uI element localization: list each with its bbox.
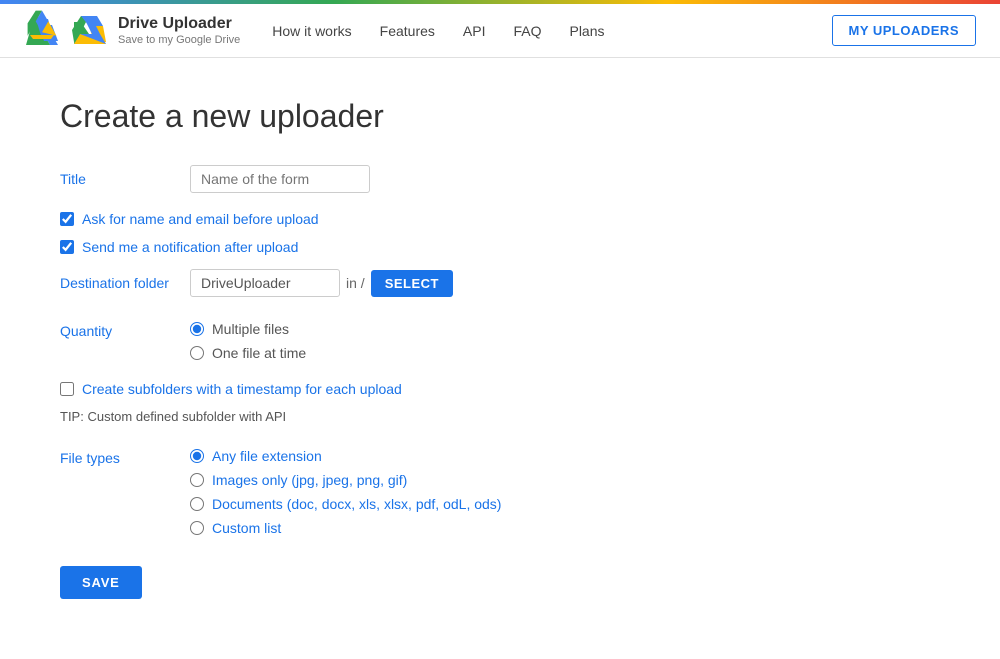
one-file-row: One file at time (190, 345, 306, 361)
multiple-files-row: Multiple files (190, 321, 306, 337)
quantity-radio-group: Multiple files One file at time (190, 321, 306, 361)
subfolders-label[interactable]: Create subfolders with a timestamp for e… (82, 381, 402, 397)
documents-row: Documents (doc, docx, xls, xlsx, pdf, od… (190, 496, 501, 512)
drive-logo-icon (24, 7, 60, 43)
notification-label[interactable]: Send me a notification after upload (82, 239, 298, 255)
subfolders-checkbox[interactable] (60, 382, 74, 396)
one-file-label[interactable]: One file at time (212, 345, 306, 361)
images-only-row: Images only (jpg, jpeg, png, gif) (190, 472, 501, 488)
tip-text: TIP: Custom defined subfolder with API (60, 409, 640, 424)
logo-title: Drive Uploader (118, 14, 240, 33)
logo-link[interactable]: Drive Uploader Save to my Google Drive (24, 12, 240, 50)
custom-list-label[interactable]: Custom list (212, 520, 281, 536)
subfolders-row: Create subfolders with a timestamp for e… (60, 381, 640, 397)
notification-row: Send me a notification after upload (60, 239, 640, 255)
documents-radio[interactable] (190, 497, 204, 511)
any-extension-label[interactable]: Any file extension (212, 448, 322, 464)
nav-faq[interactable]: FAQ (513, 23, 541, 39)
quantity-section: Quantity Multiple files One file at time (60, 321, 640, 361)
any-extension-row: Any file extension (190, 448, 501, 464)
one-file-radio[interactable] (190, 346, 204, 360)
nav-how-it-works[interactable]: How it works (272, 23, 351, 39)
destination-folder-row: Destination folder in / SELECT (60, 269, 640, 297)
file-types-section: File types Any file extension Images onl… (60, 448, 640, 536)
destination-label: Destination folder (60, 275, 190, 291)
title-row: Title (60, 165, 640, 193)
header: Drive Uploader Save to my Google Drive H… (0, 4, 1000, 58)
main-content: Create a new uploader Title Ask for name… (0, 58, 700, 659)
ask-name-email-label[interactable]: Ask for name and email before upload (82, 211, 319, 227)
multiple-files-radio[interactable] (190, 322, 204, 336)
destination-input[interactable] (190, 269, 340, 297)
nav-features[interactable]: Features (380, 23, 435, 39)
file-types-radio-group: Any file extension Images only (jpg, jpe… (190, 448, 501, 536)
select-folder-button[interactable]: SELECT (371, 270, 453, 297)
title-input[interactable] (190, 165, 370, 193)
save-button[interactable]: SAVE (60, 566, 142, 599)
title-label: Title (60, 171, 190, 187)
documents-label[interactable]: Documents (doc, docx, xls, xlsx, pdf, od… (212, 496, 501, 512)
logo-svg-container (70, 12, 108, 50)
ask-name-email-row: Ask for name and email before upload (60, 211, 640, 227)
nav-plans[interactable]: Plans (569, 23, 604, 39)
custom-list-row: Custom list (190, 520, 501, 536)
in-slash-text: in / (346, 275, 365, 291)
notification-checkbox[interactable] (60, 240, 74, 254)
ask-name-email-checkbox[interactable] (60, 212, 74, 226)
custom-list-radio[interactable] (190, 521, 204, 535)
page-title: Create a new uploader (60, 98, 640, 135)
images-only-label[interactable]: Images only (jpg, jpeg, png, gif) (212, 472, 407, 488)
any-extension-radio[interactable] (190, 449, 204, 463)
nav: How it works Features API FAQ Plans (272, 23, 831, 39)
logo-subtitle: Save to my Google Drive (118, 34, 240, 47)
file-types-label: File types (60, 448, 190, 466)
nav-api[interactable]: API (463, 23, 486, 39)
quantity-label: Quantity (60, 321, 190, 339)
logo-text: Drive Uploader Save to my Google Drive (118, 14, 240, 46)
my-uploaders-button[interactable]: MY UPLOADERS (832, 15, 977, 46)
multiple-files-label[interactable]: Multiple files (212, 321, 289, 337)
images-only-radio[interactable] (190, 473, 204, 487)
subfolders-section: Create subfolders with a timestamp for e… (60, 381, 640, 397)
